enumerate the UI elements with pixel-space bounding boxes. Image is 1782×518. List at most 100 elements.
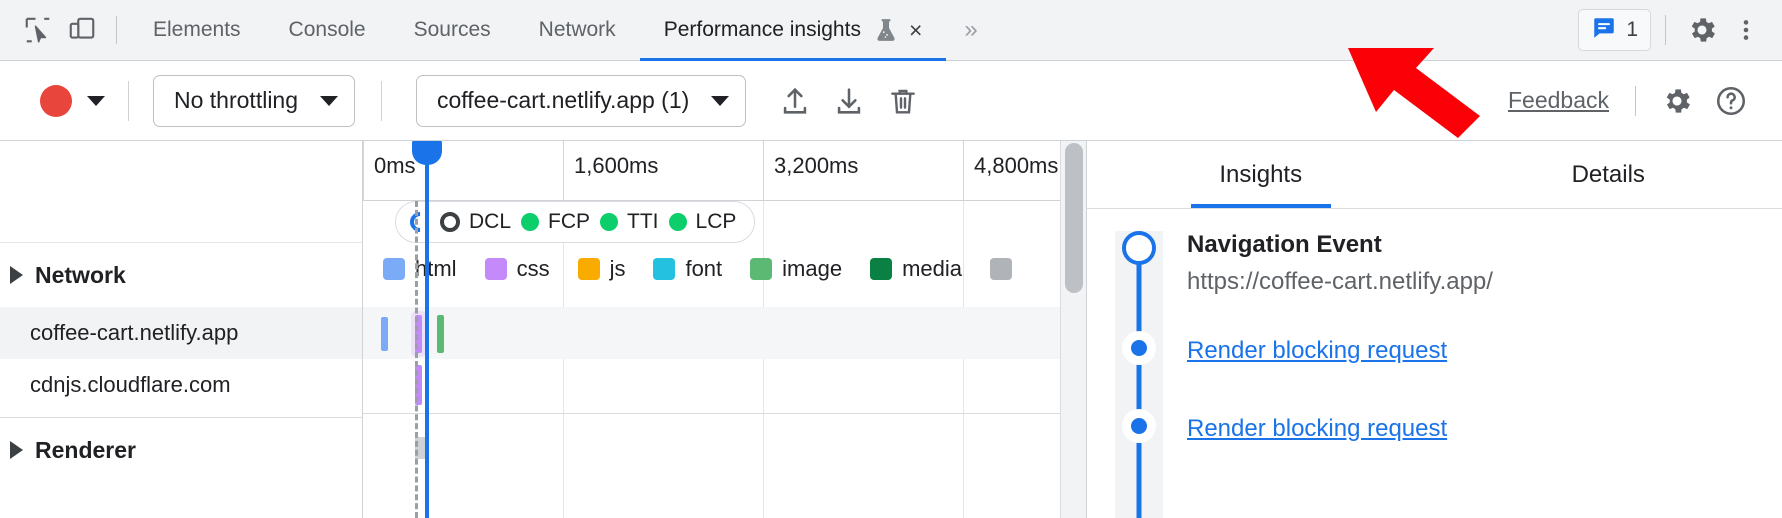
track-group-network[interactable]: Network (0, 243, 362, 307)
timeline-playhead[interactable] (425, 141, 429, 518)
tab-label: Performance insights (664, 18, 861, 42)
label-spacer (0, 141, 362, 243)
feedback-message-icon (1591, 15, 1617, 46)
tab-console[interactable]: Console (265, 0, 390, 61)
toolbar-divider (381, 81, 382, 121)
legend-label: js (610, 256, 626, 282)
tab-insights[interactable]: Insights (1087, 141, 1435, 208)
dcl-marker-icon (440, 212, 460, 232)
marker-label: FCP (548, 210, 590, 234)
track-group-label: Renderer (35, 437, 136, 464)
timing-marker-legend[interactable]: DCL FCP TTI LCP (395, 201, 755, 243)
sidebar-tabs: Insights Details (1087, 141, 1782, 209)
devtools-tabbar: Elements Console Sources Network Perform… (0, 0, 1782, 61)
legend-label: font (685, 256, 722, 282)
insight-link-render-blocking-1[interactable]: Render blocking request (1187, 337, 1782, 365)
track-group-renderer[interactable]: Renderer (0, 417, 362, 482)
record-circle-icon[interactable] (40, 85, 72, 117)
target-page-select[interactable]: coffee-cart.netlify.app (1) (416, 75, 746, 127)
inspect-cursor-icon[interactable] (16, 8, 60, 52)
tab-sources[interactable]: Sources (390, 0, 515, 61)
resource-type-legend: html css js font (363, 244, 1086, 306)
timeline-track-canvas[interactable]: 0ms 1,600ms 3,200ms 4,800ms (363, 141, 1086, 518)
insights-list: Navigation Event https://coffee-cart.net… (1087, 209, 1782, 518)
waterfall-row[interactable] (363, 359, 1086, 411)
marker-lcp[interactable]: LCP (669, 210, 737, 234)
timeline-scrollbar[interactable] (1060, 141, 1086, 518)
main-area: Network coffee-cart.netlify.app cdnjs.cl… (0, 141, 1782, 518)
chevron-right-icon (10, 266, 23, 284)
network-request-row[interactable]: cdnjs.cloudflare.com (0, 359, 362, 411)
tab-performance-insights[interactable]: Performance insights × (640, 0, 947, 61)
legend-swatch-media (870, 258, 892, 280)
insight-link-render-blocking-2[interactable]: Render blocking request (1187, 415, 1782, 443)
insights-rail (1115, 231, 1163, 518)
message-count-button[interactable]: 1 (1578, 9, 1651, 51)
legend-swatch-css (485, 258, 507, 280)
fcp-marker-icon (521, 213, 539, 231)
close-icon[interactable]: × (909, 19, 922, 42)
marker-label: DCL (469, 210, 511, 234)
navigation-node-icon (1122, 231, 1156, 265)
lcp-marker-icon (669, 213, 687, 231)
legend-image: image (750, 256, 842, 282)
record-dropdown-button[interactable] (72, 96, 120, 106)
more-tabs-icon[interactable]: » (946, 16, 993, 44)
waterfall-row[interactable] (363, 307, 1086, 359)
track-label-column: Network coffee-cart.netlify.app cdnjs.cl… (0, 141, 363, 518)
legend-html: html (383, 256, 457, 282)
insight-node-icon (1122, 331, 1156, 365)
legend-label: css (517, 256, 550, 282)
marker-fcp[interactable]: FCP (521, 210, 590, 234)
insight-node-icon (1122, 409, 1156, 443)
sidebar-tab-label: Insights (1219, 161, 1302, 189)
tab-details[interactable]: Details (1435, 141, 1782, 208)
timeline-ruler[interactable]: 0ms 1,600ms 3,200ms 4,800ms (363, 141, 1086, 201)
insights-content: Navigation Event https://coffee-cart.net… (1187, 231, 1782, 443)
ruler-tick-label: 0ms (374, 153, 416, 179)
devtools-window: Elements Console Sources Network Perform… (0, 0, 1782, 518)
marker-dcl[interactable]: DCL (440, 210, 511, 234)
insights-sidebar: Insights Details Navigation Event https:… (1087, 141, 1782, 518)
upload-icon[interactable] (768, 74, 822, 128)
legend-js: js (578, 256, 626, 282)
waterfall-bar-html (381, 317, 388, 351)
tab-label: Console (289, 18, 366, 42)
kebab-menu-icon[interactable] (1724, 8, 1768, 52)
download-icon[interactable] (822, 74, 876, 128)
marker-tti[interactable]: TTI (600, 210, 659, 234)
legend-css: css (485, 256, 550, 282)
request-label: cdnjs.cloudflare.com (30, 372, 231, 398)
scrollbar-thumb[interactable] (1065, 143, 1083, 293)
chevron-down-icon (711, 96, 729, 106)
throttling-select[interactable]: No throttling (153, 75, 355, 127)
legend-swatch-html (383, 258, 405, 280)
legend-label: image (782, 256, 842, 282)
feedback-link[interactable]: Feedback (1508, 87, 1609, 114)
ruler-tick-label: 1,600ms (574, 153, 658, 179)
track-divider (363, 413, 1086, 414)
performance-toolbar: No throttling coffee-cart.netlify.app (1… (0, 61, 1782, 141)
track-group-label: Network (35, 262, 126, 289)
tab-network[interactable]: Network (515, 0, 640, 61)
device-toolbar-icon[interactable] (60, 8, 104, 52)
message-count-label: 1 (1626, 18, 1638, 42)
toolbar-divider (116, 16, 117, 44)
chevron-down-icon (87, 96, 105, 106)
legend-swatch-js (578, 258, 600, 280)
gear-icon[interactable] (1680, 8, 1724, 52)
legend-label: html (415, 256, 457, 282)
chevron-down-icon (320, 96, 338, 106)
network-request-row[interactable]: coffee-cart.netlify.app (0, 307, 362, 359)
timeline-pane: Network coffee-cart.netlify.app cdnjs.cl… (0, 141, 1087, 518)
trash-icon[interactable] (876, 74, 930, 128)
tab-elements[interactable]: Elements (129, 0, 265, 61)
help-circle-icon[interactable] (1704, 74, 1758, 128)
tabbar-right-divider (1665, 15, 1666, 45)
gear-icon[interactable] (1650, 74, 1704, 128)
navigation-event-title: Navigation Event (1187, 231, 1782, 260)
flask-icon (875, 17, 897, 43)
ruler-tick: 3,200ms (763, 141, 963, 201)
rail-line (1137, 253, 1142, 518)
tti-marker-icon (600, 213, 618, 231)
